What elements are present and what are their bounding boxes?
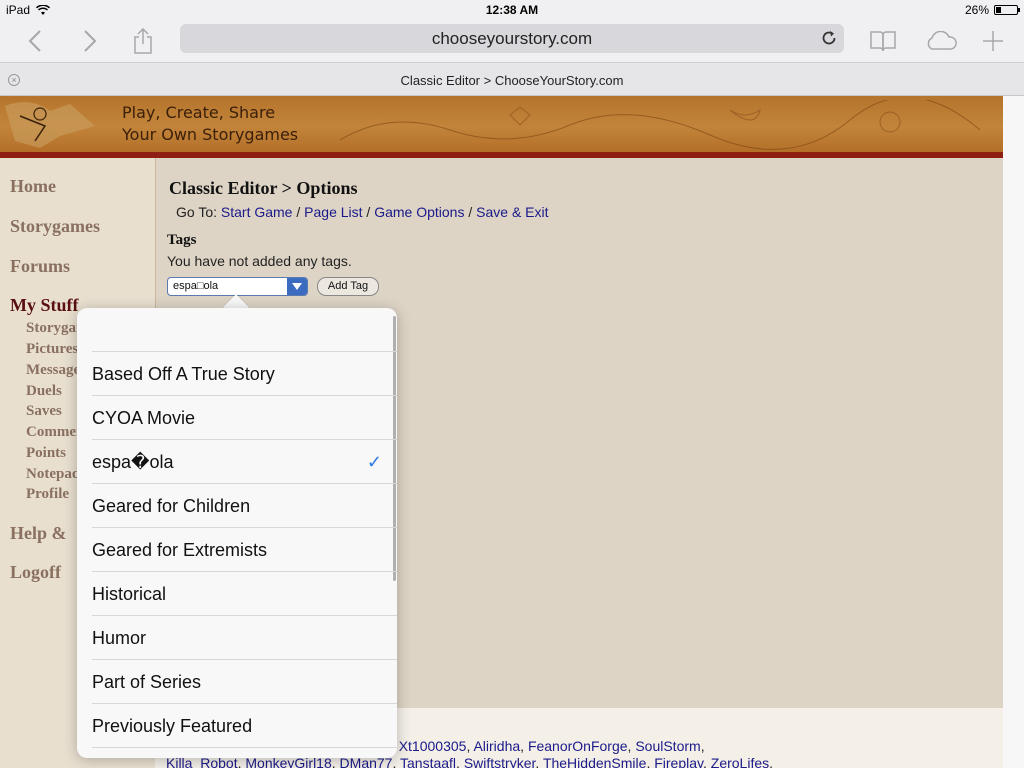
forward-icon[interactable]: [75, 26, 105, 56]
url-bar[interactable]: chooseyourstory.com: [180, 24, 844, 53]
user-link[interactable]: Xt1000305: [399, 738, 467, 754]
user-link[interactable]: Aliridha: [473, 738, 520, 754]
tag-option-label: Humor: [92, 628, 147, 648]
banner-decoration: [339, 100, 981, 150]
tag-option[interactable]: Historical: [92, 572, 397, 616]
nav-sub-duels[interactable]: Duels: [26, 383, 78, 400]
banner-artwork: [5, 102, 95, 148]
tag-option-label: Previously Featured: [92, 716, 253, 736]
tag-select[interactable]: espa□ola: [167, 277, 308, 296]
tag-option[interactable]: Geared for Children: [92, 484, 397, 528]
tag-option-label: Geared for Extremists: [92, 540, 268, 560]
tag-option[interactable]: CYOA Movie: [92, 396, 397, 440]
link-game-options[interactable]: Game Options: [374, 204, 464, 220]
nav-sub-points[interactable]: Points: [26, 445, 78, 462]
nav-help[interactable]: Help &: [10, 523, 67, 544]
checkmark-icon: ✓: [366, 452, 382, 472]
reload-icon[interactable]: [820, 29, 838, 47]
user-link[interactable]: Tanstaafl: [400, 755, 456, 768]
tag-option-label: espa�ola: [92, 452, 174, 472]
chevron-down-icon: [287, 278, 307, 295]
link-page-list[interactable]: Page List: [304, 204, 362, 220]
tag-option-label: Historical: [92, 584, 167, 604]
nav-home[interactable]: Home: [10, 176, 56, 197]
browser-toolbar: chooseyourstory.com: [0, 20, 1024, 62]
no-tags-message: You have not added any tags.: [167, 253, 352, 269]
bookmarks-icon[interactable]: [868, 26, 898, 56]
battery-percent: 26%: [964, 3, 989, 17]
nav-storygames[interactable]: Storygames: [10, 216, 100, 237]
goto-bar: Go To: Start Game / Page List / Game Opt…: [176, 204, 549, 220]
tag-option[interactable]: Geared for Extremists: [92, 528, 397, 572]
goto-label: Go To:: [176, 204, 217, 220]
user-link[interactable]: ZeroLifes: [711, 755, 769, 768]
nav-sub-notepad[interactable]: Notepad: [26, 466, 78, 483]
icloud-tabs-icon[interactable]: [922, 26, 960, 56]
site-banner: Play, Create, Share Your Own Storygames: [0, 96, 1003, 158]
link-save-exit[interactable]: Save & Exit: [476, 204, 548, 220]
nav-my-stuff[interactable]: My Stuff: [10, 295, 79, 316]
nav-sub-pictures[interactable]: Pictures: [26, 341, 78, 358]
user-link[interactable]: FeanorOnForge: [528, 738, 628, 754]
tab-title[interactable]: Classic Editor > ChooseYourStory.com: [0, 73, 1024, 88]
tag-option-label: Geared for Children: [92, 496, 251, 516]
user-link[interactable]: TheHiddenSmile: [543, 755, 647, 768]
new-tab-icon[interactable]: [978, 26, 1008, 56]
link-start-game[interactable]: Start Game: [221, 204, 293, 220]
nav-sub-profile[interactable]: Profile: [26, 486, 78, 503]
add-tag-button[interactable]: Add Tag: [317, 277, 379, 296]
user-link[interactable]: SoulStorm: [635, 738, 700, 754]
page-title: Classic Editor > Options: [169, 178, 358, 198]
url-text: chooseyourstory.com: [431, 29, 593, 48]
share-icon[interactable]: [128, 26, 158, 56]
tab-bar: × Classic Editor > ChooseYourStory.com: [0, 62, 1024, 96]
nav-sub-comments[interactable]: Comments: [26, 424, 78, 441]
nav-sub-saves[interactable]: Saves: [26, 403, 78, 420]
tag-select-value: espa□ola: [173, 280, 219, 292]
battery-icon: [994, 5, 1020, 15]
user-link[interactable]: Fireplay: [654, 755, 703, 768]
tag-option[interactable]: [92, 308, 397, 352]
nav-logoff[interactable]: Logoff: [10, 562, 61, 583]
nav-sub-messages[interactable]: Messages: [26, 362, 78, 379]
nav-sub-storygames[interactable]: Storygames: [26, 320, 78, 337]
tag-option[interactable]: Previously Featured: [92, 704, 397, 748]
tag-option[interactable]: Part of Series: [92, 660, 397, 704]
tag-option[interactable]: Based Off A True Story: [92, 352, 397, 396]
tag-option-label: Based Off A True Story: [92, 364, 275, 384]
tag-option[interactable]: espa�ola ✓: [92, 440, 397, 484]
tag-option-label: Part of Series: [92, 672, 202, 692]
banner-tagline-1: Play, Create, Share: [122, 103, 276, 122]
battery-level: [996, 7, 1002, 13]
tags-heading: Tags: [167, 232, 197, 248]
tag-option-label: CYOA Movie: [92, 408, 196, 428]
nav-forums[interactable]: Forums: [10, 256, 70, 277]
status-bar: iPad 12:38 AM 26%: [0, 0, 1024, 20]
banner-tagline-2: Your Own Storygames: [122, 125, 299, 144]
tag-options-popover: Based Off A True Story CYOA Movie espa�ola…: [77, 308, 397, 758]
back-icon[interactable]: [20, 26, 50, 56]
user-link[interactable]: Swiftstryker: [464, 755, 536, 768]
tag-option[interactable]: Humor: [92, 616, 397, 660]
status-time: 12:38 AM: [485, 3, 539, 17]
